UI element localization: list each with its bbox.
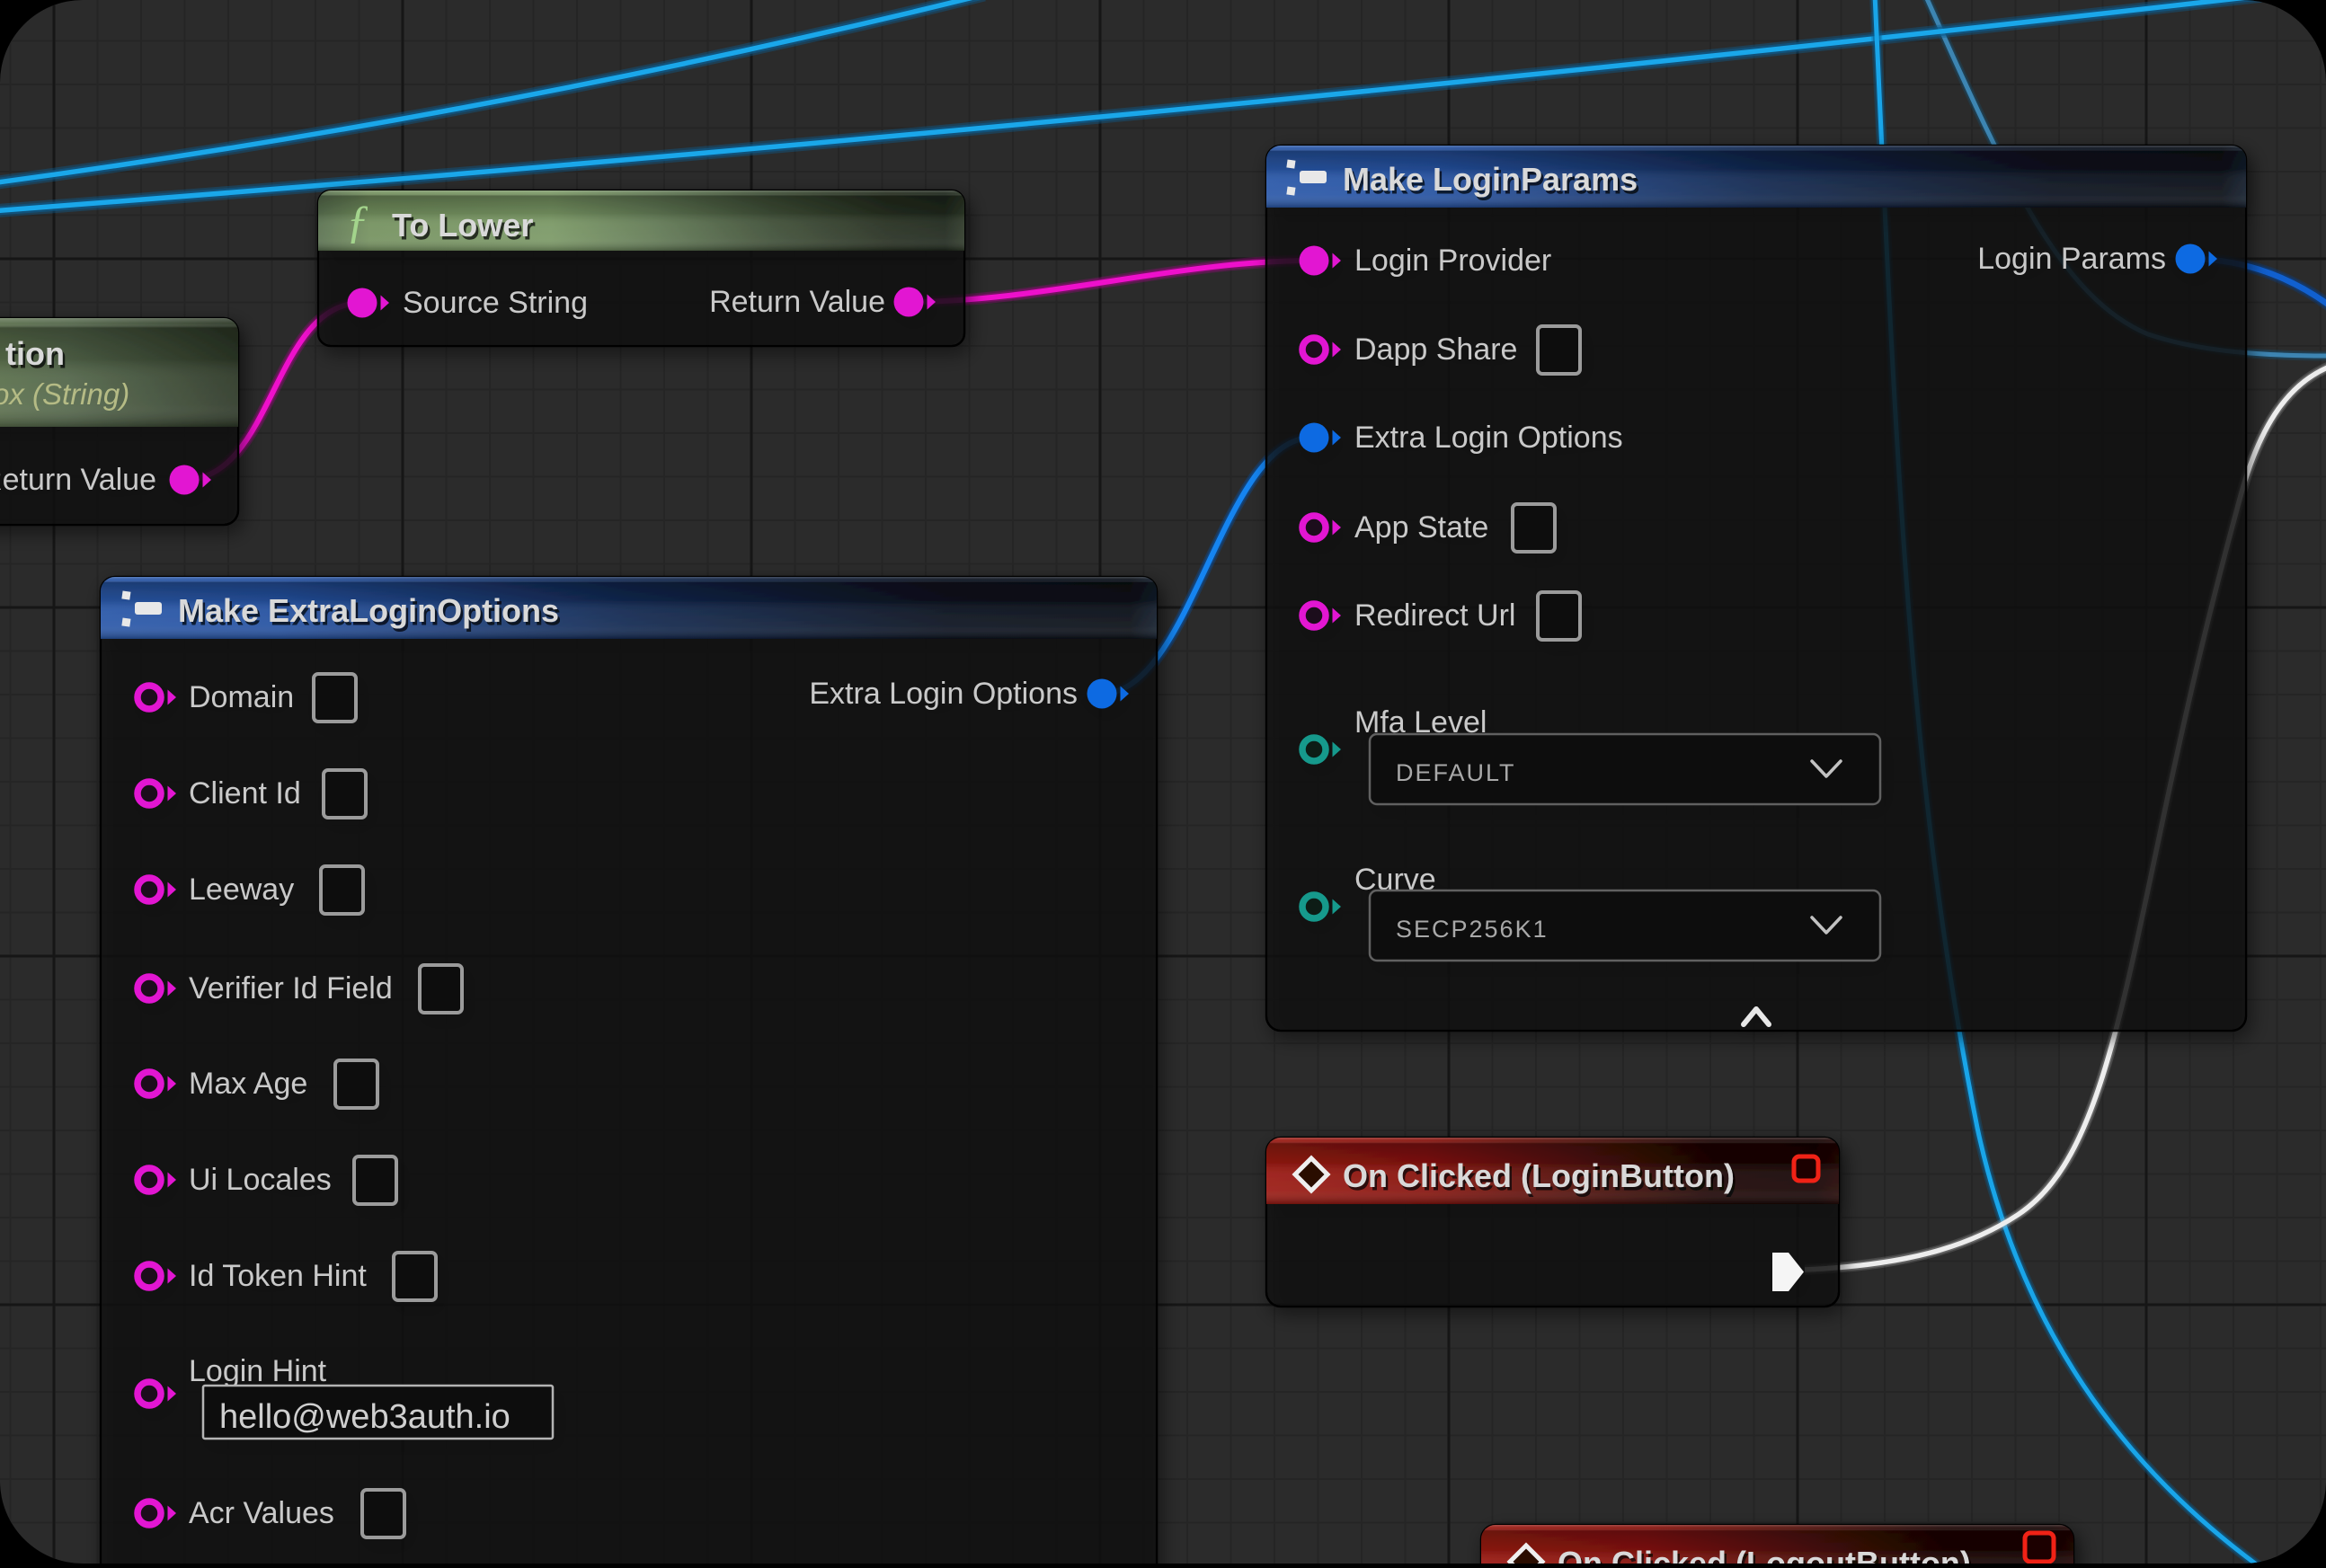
svg-text:Id Token Hint: Id Token Hint: [189, 1259, 367, 1293]
svg-text:Login Params: Login Params: [1977, 242, 2166, 276]
svg-text:To Lower: To Lower: [392, 207, 533, 244]
svg-text:Extra Login Options: Extra Login Options: [1354, 421, 1623, 455]
svg-text:Login Provider: Login Provider: [1354, 244, 1551, 278]
svg-text:Acr Values: Acr Values: [189, 1496, 334, 1530]
svg-text:ox (String): ox (String): [0, 377, 129, 411]
svg-text:DEFAULT: DEFAULT: [1396, 759, 1516, 786]
svg-text:On Clicked (LoginButton): On Clicked (LoginButton): [1343, 1157, 1735, 1194]
svg-text:App State: App State: [1354, 510, 1488, 545]
svg-text:Redirect Url: Redirect Url: [1354, 598, 1515, 633]
svg-text:Login Hint: Login Hint: [189, 1354, 327, 1388]
svg-text:Leeway: Leeway: [189, 873, 294, 907]
svg-text:Extra Login Options: Extra Login Options: [809, 677, 1078, 711]
svg-text:ƒ: ƒ: [346, 197, 369, 248]
svg-text:SECP256K1: SECP256K1: [1396, 916, 1549, 943]
svg-text:Make LoginParams: Make LoginParams: [1343, 161, 1638, 198]
svg-text:Client Id: Client Id: [189, 776, 301, 811]
svg-text:Max Age: Max Age: [189, 1067, 307, 1101]
svg-text:Return Value: Return Value: [0, 463, 156, 497]
svg-text:Return Value: Return Value: [709, 285, 885, 319]
svg-text:Make ExtraLoginOptions: Make ExtraLoginOptions: [178, 592, 559, 629]
svg-text:tion: tion: [5, 335, 65, 372]
svg-text:Source String: Source String: [403, 286, 588, 320]
svg-text:Verifier Id Field: Verifier Id Field: [189, 971, 393, 1005]
svg-text:On Clicked (LogoutButton): On Clicked (LogoutButton): [1558, 1545, 1971, 1564]
svg-text:hello@web3auth.io: hello@web3auth.io: [219, 1398, 510, 1436]
svg-text:Ui Locales: Ui Locales: [189, 1163, 332, 1197]
svg-text:Domain: Domain: [189, 680, 294, 714]
svg-text:Dapp Share: Dapp Share: [1354, 332, 1517, 367]
